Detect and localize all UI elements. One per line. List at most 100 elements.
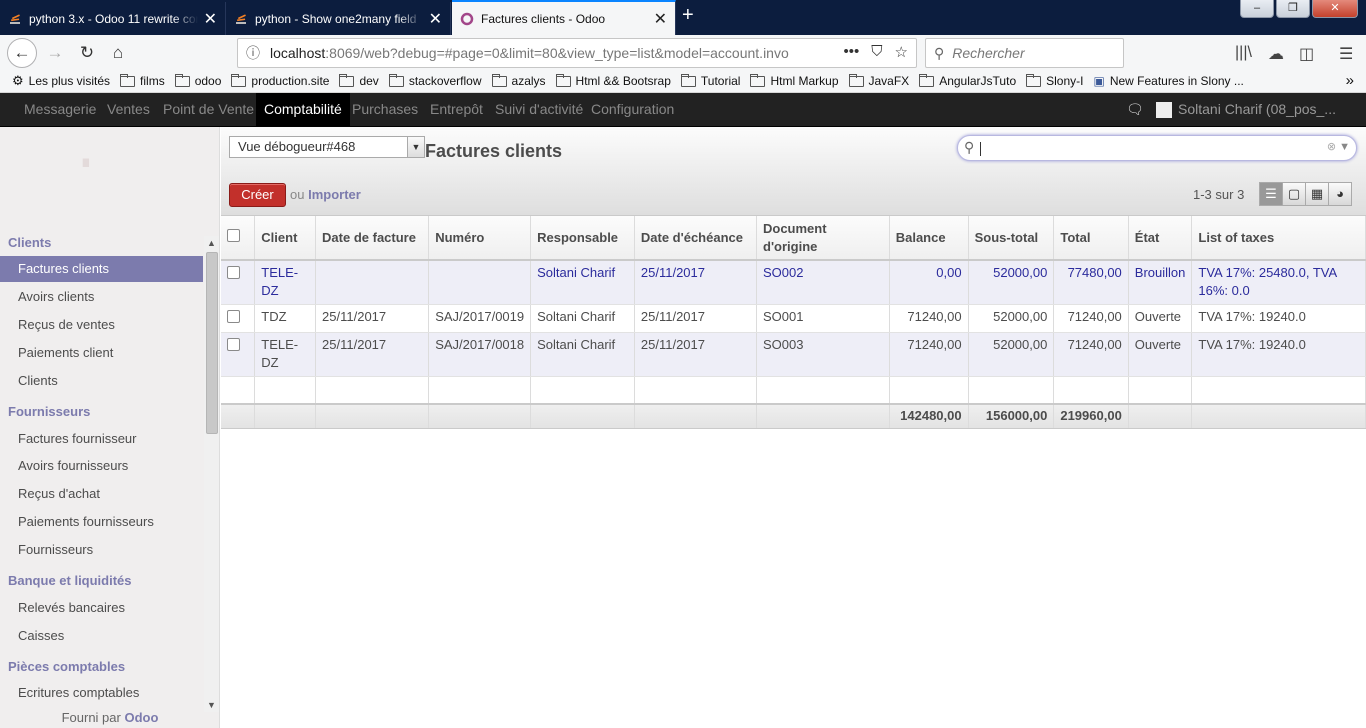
library-icon[interactable]: |||\: [1235, 44, 1252, 62]
bookmark-item[interactable]: films: [120, 73, 165, 88]
cloud-icon[interactable]: ☁: [1268, 44, 1284, 64]
menu-comptabilite[interactable]: Comptabilité: [256, 93, 350, 126]
new-tab-icon[interactable]: +: [682, 4, 694, 27]
sidebar-item-avoirs-fournisseurs[interactable]: Avoirs fournisseurs: [0, 453, 203, 479]
scroll-up-icon[interactable]: ▲: [207, 238, 216, 248]
sidebar-toggle-icon[interactable]: ◫: [1299, 44, 1314, 64]
bookmark-item[interactable]: stackoverflow: [388, 73, 482, 88]
bookmark-item[interactable]: Tutorial: [680, 73, 740, 88]
sidebar-item-avoirs-clients[interactable]: Avoirs clients: [0, 284, 203, 310]
scroll-down-icon[interactable]: ▼: [207, 700, 216, 710]
bookmark-item[interactable]: ▣ New Features in Slony ...: [1093, 74, 1243, 88]
menu-point-de-vente[interactable]: Point de Vente: [155, 93, 262, 126]
bookmark-item[interactable]: dev: [339, 73, 379, 88]
create-button[interactable]: Créer: [229, 183, 286, 207]
chevron-down-icon: ▼: [407, 137, 424, 157]
clear-icon[interactable]: ⊗: [1327, 141, 1336, 153]
cell-origine: SO003: [756, 332, 890, 377]
debug-view-select[interactable]: Vue débogueur#468 ▼: [229, 136, 425, 158]
reload-icon[interactable]: ↻: [72, 38, 102, 68]
menu-suivi-activite[interactable]: Suivi d'activité: [487, 93, 591, 126]
sidebar-item-paiements-fournisseurs[interactable]: Paiements fournisseurs: [0, 509, 203, 535]
odoo-link[interactable]: Odoo: [124, 710, 158, 725]
form-view-icon[interactable]: ▢: [1282, 182, 1306, 206]
pager[interactable]: 1-3 sur 3: [1193, 187, 1244, 202]
page-actions-icon[interactable]: •••: [844, 43, 860, 61]
sidebar-item-clients[interactable]: Clients: [0, 368, 203, 394]
column-header[interactable]: Date d'échéance: [634, 216, 758, 261]
sidebar-item-factures-clients[interactable]: Factures clients: [0, 256, 203, 282]
column-header[interactable]: Date de facture: [315, 216, 430, 261]
info-icon[interactable]: ⓘ: [246, 43, 260, 63]
column-header[interactable]: Document d'origine: [756, 216, 890, 261]
list-view-icon[interactable]: ☰: [1259, 182, 1283, 206]
menu-messagerie[interactable]: Messagerie: [16, 93, 104, 126]
user-menu[interactable]: Soltani Charif (08_pos_...: [1156, 93, 1336, 126]
select-all-checkbox[interactable]: [227, 228, 240, 242]
back-arrow-icon[interactable]: ←: [7, 38, 37, 68]
window-close-icon[interactable]: ✕: [1312, 0, 1358, 18]
minimize-icon[interactable]: –: [1240, 0, 1274, 18]
column-header[interactable]: Numéro: [428, 216, 532, 261]
sidebar-item-factures-fournisseur[interactable]: Factures fournisseur: [0, 426, 203, 452]
menu-entrepot[interactable]: Entrepôt: [422, 93, 491, 126]
bookmark-item[interactable]: JavaFX: [848, 73, 909, 88]
graph-view-icon[interactable]: ◕: [1328, 182, 1352, 206]
overflow-chevron-icon[interactable]: »: [1346, 72, 1354, 89]
hamburger-menu-icon[interactable]: ☰: [1339, 44, 1353, 64]
forward-arrow-icon[interactable]: →: [40, 38, 70, 68]
column-header[interactable]: Client: [254, 216, 317, 261]
menu-purchases[interactable]: Purchases: [344, 93, 426, 126]
row-checkbox[interactable]: [227, 338, 240, 351]
bookmark-item[interactable]: ⚙ Les plus visités: [12, 73, 110, 89]
sidebar-item-caisses[interactable]: Caisses: [0, 623, 203, 649]
calendar-view-icon[interactable]: ▦: [1305, 182, 1329, 206]
import-link[interactable]: Importer: [308, 187, 361, 202]
bookmark-item[interactable]: odoo: [174, 73, 221, 88]
browser-tab-active[interactable]: Factures clients - Odoo ✕: [452, 0, 676, 35]
maximize-icon[interactable]: ❐: [1276, 0, 1310, 18]
pocket-icon[interactable]: ⛉: [871, 43, 882, 61]
sidebar-item-fournisseurs[interactable]: Fournisseurs: [0, 537, 203, 563]
column-header[interactable]: Sous-total: [968, 216, 1055, 261]
chevron-down-icon[interactable]: ▼: [1339, 141, 1350, 153]
sidebar-item-paiements-client[interactable]: Paiements client: [0, 340, 203, 366]
bookmark-star-icon[interactable]: ☆: [895, 43, 908, 61]
column-header[interactable]: Total: [1053, 216, 1129, 261]
table-row[interactable]: TDZ 25/11/2017 SAJ/2017/0019 Soltani Cha…: [221, 304, 1366, 333]
browser-tab[interactable]: python 3.x - Odoo 11 rewrite compute ✕: [0, 2, 226, 35]
search-input[interactable]: ⚲ ⊗ ▼: [957, 135, 1357, 161]
browser-search-bar[interactable]: ⚲ Rechercher: [925, 38, 1124, 68]
menu-ventes[interactable]: Ventes: [99, 93, 158, 126]
column-header[interactable]: List of taxes: [1191, 216, 1366, 261]
bookmark-item[interactable]: Slony-I: [1026, 73, 1083, 88]
table-row[interactable]: TELE-DZ Soltani Charif 25/11/2017 SO002 …: [221, 260, 1366, 305]
main-content: Vue débogueur#468 ▼ Factures clients ⚲ ⊗…: [221, 127, 1366, 728]
table-row[interactable]: TELE-DZ 25/11/2017 SAJ/2017/0018 Soltani…: [221, 332, 1366, 377]
sidebar-item-ecritures-comptables[interactable]: Ecritures comptables: [0, 680, 203, 706]
scrollbar-thumb[interactable]: [206, 252, 218, 434]
home-icon[interactable]: ⌂: [103, 38, 133, 68]
browser-tab[interactable]: python - Show one2many field ✕: [226, 2, 451, 35]
chat-icon[interactable]: 🗨: [1126, 93, 1144, 126]
sidebar-item-recus-de-ventes[interactable]: Reçus de ventes: [0, 312, 203, 338]
bookmark-item[interactable]: azalys: [491, 73, 546, 88]
menu-configuration[interactable]: Configuration: [583, 93, 682, 126]
bookmark-item[interactable]: production.site: [231, 73, 329, 88]
bookmark-item[interactable]: AngularJsTuto: [919, 73, 1016, 88]
sidebar-section-clients: Clients: [8, 235, 52, 250]
close-icon[interactable]: ✕: [204, 9, 217, 29]
bookmark-item[interactable]: Html && Bootsrap: [555, 73, 671, 88]
column-header[interactable]: Balance: [889, 216, 969, 261]
url-bar[interactable]: ⓘ localhost:8069/web?debug=#page=0&limit…: [237, 38, 917, 68]
column-header[interactable]: État: [1128, 216, 1193, 261]
row-checkbox[interactable]: [227, 266, 240, 279]
close-icon[interactable]: ✕: [429, 9, 442, 29]
row-checkbox[interactable]: [227, 310, 240, 323]
sidebar-item-releves-bancaires[interactable]: Relevés bancaires: [0, 595, 203, 621]
close-icon[interactable]: ✕: [654, 9, 667, 29]
sidebar-scrollbar[interactable]: ▲ ▼: [204, 236, 219, 712]
column-header[interactable]: Responsable: [530, 216, 635, 261]
bookmark-item[interactable]: Html Markup: [750, 73, 839, 88]
sidebar-item-recus-achat[interactable]: Reçus d'achat: [0, 481, 203, 507]
